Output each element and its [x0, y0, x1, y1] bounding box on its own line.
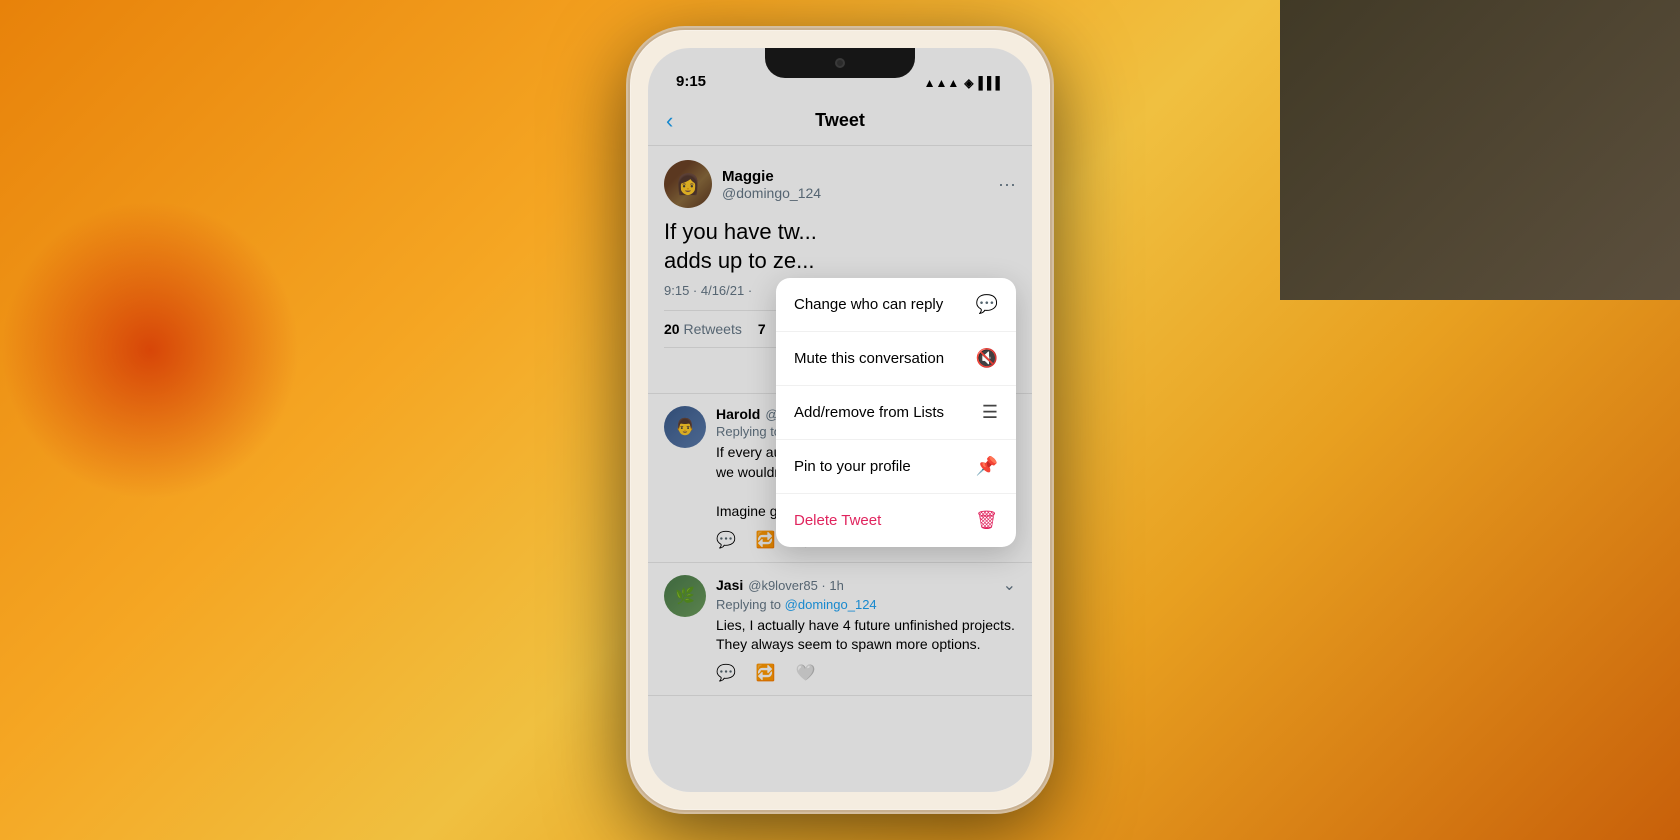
menu-label-lists: Add/remove from Lists — [794, 404, 944, 421]
bg-dark-overlay — [1280, 0, 1680, 300]
phone-screen: 9:15 ▲▲▲ ◈ ▌▌▌ ‹ Tweet 👩 — [648, 48, 1032, 792]
menu-item-lists[interactable]: Add/remove from Lists ☰ — [776, 386, 1016, 440]
menu-item-change-reply[interactable]: Change who can reply 💬 — [776, 278, 1016, 332]
menu-label-pin: Pin to your profile — [794, 458, 911, 475]
change-reply-icon: 💬 — [976, 294, 998, 315]
mute-icon: 🔇 — [976, 348, 998, 369]
delete-icon: 🗑 — [975, 510, 998, 531]
bg-red-accent — [0, 200, 300, 500]
menu-item-delete[interactable]: Delete Tweet 🗑 — [776, 494, 1016, 547]
menu-label-change-reply: Change who can reply — [794, 296, 943, 313]
menu-item-mute[interactable]: Mute this conversation 🔇 — [776, 332, 1016, 386]
phone-device: 9:15 ▲▲▲ ◈ ▌▌▌ ‹ Tweet 👩 — [630, 30, 1050, 810]
menu-label-delete: Delete Tweet — [794, 512, 881, 529]
menu-item-pin[interactable]: Pin to your profile 📌 — [776, 440, 1016, 494]
menu-label-mute: Mute this conversation — [794, 350, 944, 367]
lists-icon: ☰ — [982, 402, 998, 423]
phone-body: 9:15 ▲▲▲ ◈ ▌▌▌ ‹ Tweet 👩 — [630, 30, 1050, 810]
pin-icon: 📌 — [976, 456, 998, 477]
context-menu: Change who can reply 💬 Mute this convers… — [776, 278, 1016, 547]
